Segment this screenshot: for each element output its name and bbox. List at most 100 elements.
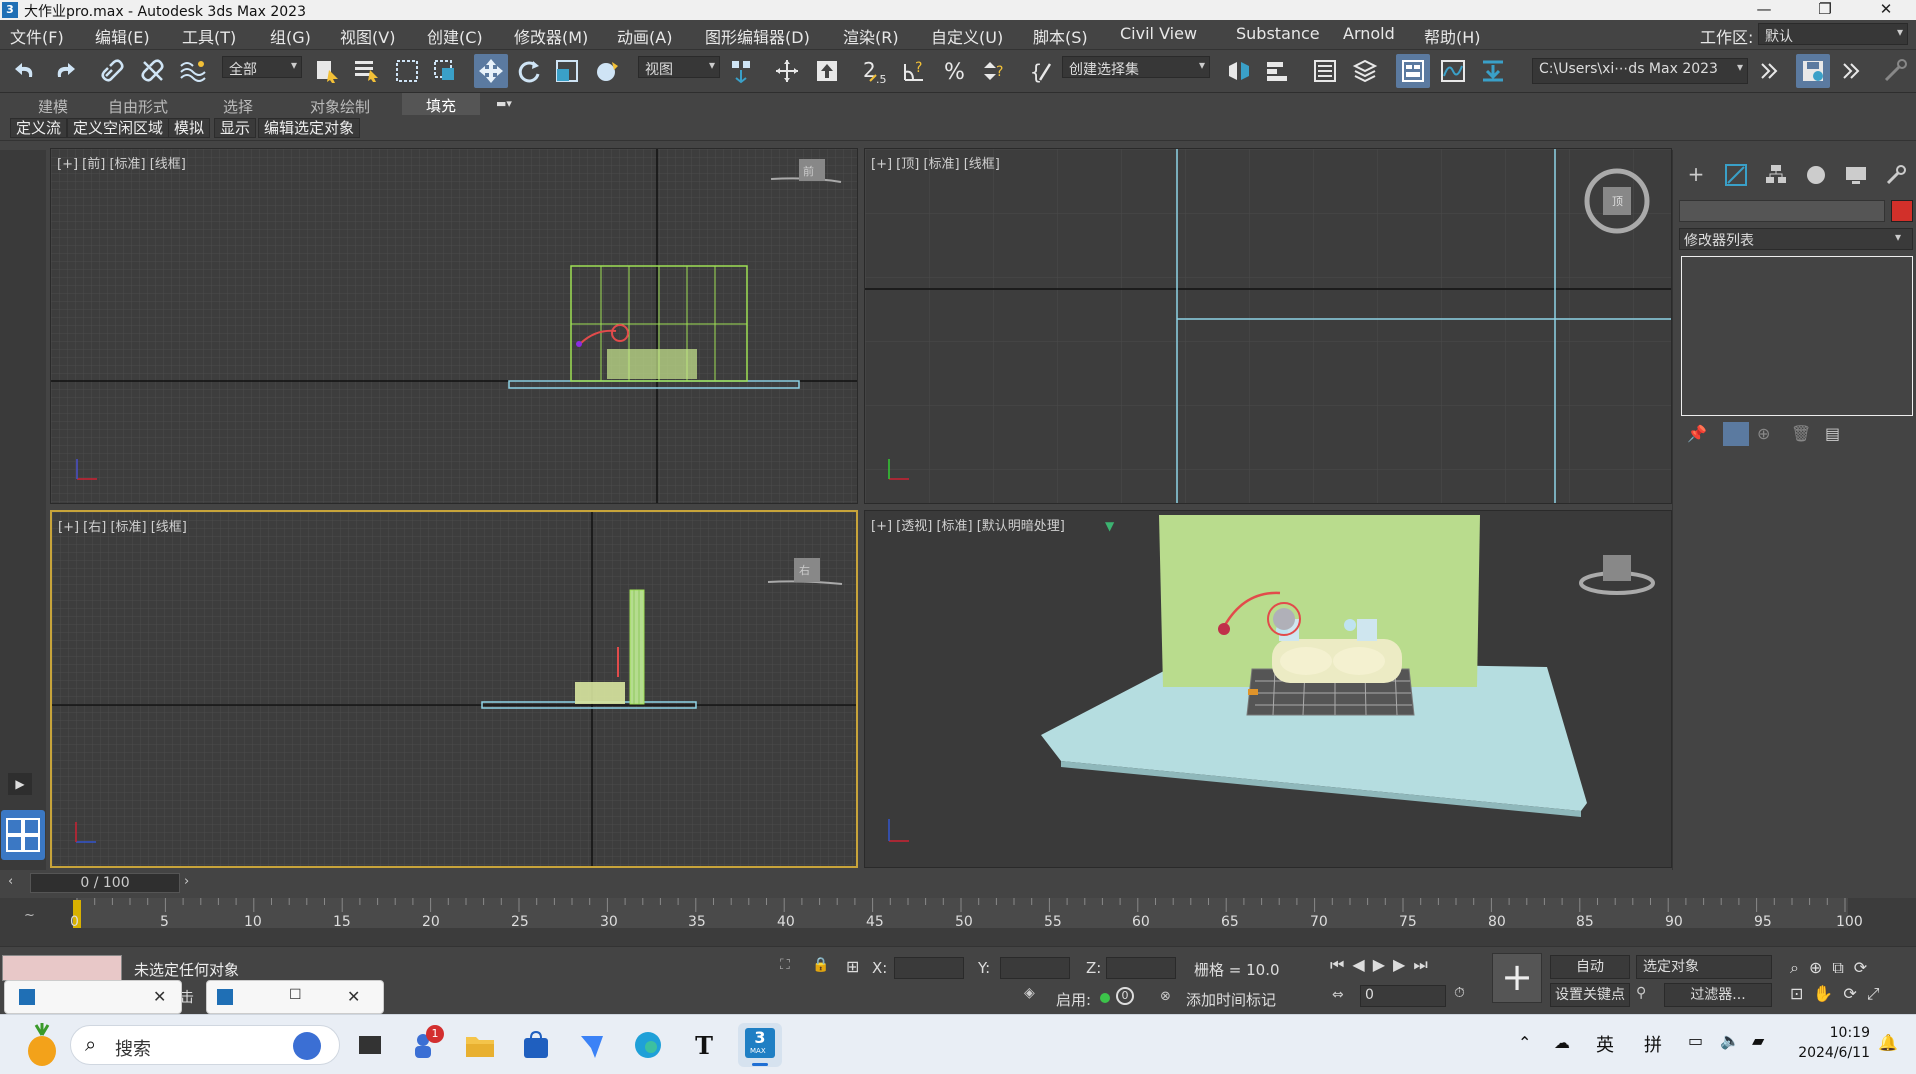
reference-coord-dropdown[interactable]: 视图	[638, 56, 720, 78]
select-by-name-icon[interactable]	[350, 54, 384, 88]
customize-tools-icon[interactable]	[1878, 54, 1912, 88]
network-icon[interactable]: ▭	[1688, 1031, 1703, 1050]
key-mode-icon[interactable]: ⇔	[1332, 987, 1350, 1005]
menu-modifiers[interactable]: 修改器(M)	[514, 24, 588, 48]
save-scene-icon[interactable]	[1796, 54, 1830, 88]
align-icon[interactable]	[1260, 54, 1294, 88]
restore-button[interactable]: ❐	[1797, 0, 1853, 20]
pivot-center-icon[interactable]	[724, 54, 758, 88]
notification-bell-icon[interactable]: 🔔	[1878, 1033, 1898, 1052]
viewport-right[interactable]: [+] [右] [标准] [线框] 右	[50, 510, 858, 868]
preview-close-icon[interactable]: ✕	[153, 987, 166, 1006]
store-icon[interactable]	[516, 1025, 556, 1065]
close-button[interactable]: ✕	[1858, 0, 1914, 20]
edit-named-selection-icon[interactable]: {	[1024, 54, 1058, 88]
menu-rendering[interactable]: 渲染(R)	[843, 24, 899, 48]
maxscript-listener[interactable]	[2, 955, 122, 981]
layer-explorer-icon[interactable]	[1348, 54, 1382, 88]
edit-selected-button[interactable]: 编辑选定对象	[258, 118, 361, 138]
hierarchy-panel-icon[interactable]	[1763, 162, 1789, 188]
volume-icon[interactable]: 🔈	[1720, 1031, 1740, 1050]
modify-panel-icon[interactable]	[1723, 162, 1749, 188]
viewport-right-label[interactable]: [+] [右] [标准] [线框]	[58, 516, 187, 535]
define-idle-areas-button[interactable]: 定义空闲区域	[67, 118, 170, 138]
project-path-dropdown[interactable]: C:\Users\xi⋯ds Max 2023	[1532, 58, 1748, 84]
render-setup-icon[interactable]	[1476, 54, 1510, 88]
adaptive-degradation-icon[interactable]: ◈	[1024, 985, 1046, 1007]
task-view-icon[interactable]	[350, 1025, 390, 1065]
viewport-layout-icon[interactable]	[1, 810, 45, 860]
menu-graph-editors[interactable]: 图形编辑器(D)	[705, 24, 810, 48]
isolate-selection-icon[interactable]: ⛶	[780, 957, 802, 979]
z-field[interactable]	[1106, 957, 1176, 979]
input-lang-1[interactable]: 英	[1596, 1031, 1614, 1057]
absolute-mode-icon[interactable]: ⊞	[846, 957, 868, 979]
configure-sets-icon[interactable]: ▤	[1825, 424, 1851, 448]
link-icon[interactable]	[96, 54, 130, 88]
x-field[interactable]	[894, 957, 964, 979]
viewport-perspective[interactable]: [+] [透视] [标准] [默认明暗处理] ▼	[864, 510, 1672, 868]
auto-key-button[interactable]: 自动	[1550, 955, 1630, 979]
tray-overflow-icon[interactable]: ⌃	[1518, 1033, 1531, 1052]
set-key-button[interactable]: 设置关键点	[1550, 983, 1630, 1007]
rectangle-selection-icon[interactable]	[390, 54, 424, 88]
menu-civil-view[interactable]: Civil View	[1120, 24, 1197, 43]
modifier-stack[interactable]	[1681, 256, 1913, 416]
show-end-result-icon[interactable]	[1723, 422, 1749, 446]
select-move-icon[interactable]	[474, 54, 508, 88]
pineapple-widget-icon[interactable]	[22, 1023, 62, 1066]
menu-scripting[interactable]: 脚本(S)	[1033, 24, 1088, 48]
selection-filter-dropdown[interactable]: 全部	[222, 56, 302, 78]
menu-edit[interactable]: 编辑(E)	[95, 24, 150, 48]
menu-tools[interactable]: 工具(T)	[182, 24, 236, 48]
keyboard-shortcut-override-icon[interactable]	[810, 54, 844, 88]
mirror-icon[interactable]	[1222, 54, 1256, 88]
viewcube-right-label[interactable]: 右	[799, 562, 810, 578]
select-manipulate-icon[interactable]	[770, 54, 804, 88]
taskbar-preview-1[interactable]: ✕	[4, 980, 182, 1014]
angle-snap-icon[interactable]: ?	[898, 54, 932, 88]
utilities-panel-icon[interactable]	[1883, 162, 1909, 188]
filters-button[interactable]: 过滤器...	[1664, 983, 1772, 1007]
menu-substance[interactable]: Substance	[1236, 24, 1320, 43]
time-next-icon[interactable]: ›	[184, 874, 202, 892]
playback-controls[interactable]: ⏮◀▶▶⏭	[1330, 955, 1490, 979]
menu-view[interactable]: 视图(V)	[340, 24, 395, 48]
viewport-front-label[interactable]: [+] [前] [标准] [线框]	[57, 153, 186, 172]
taskbar-preview-2[interactable]: ☐ ✕	[206, 980, 384, 1014]
motion-panel-icon[interactable]	[1803, 162, 1829, 188]
time-prev-icon[interactable]: ‹	[8, 874, 26, 892]
track-bar[interactable]: ~ 0 5 10 15 20 25 30 35 40 45 50 55 60 6…	[0, 898, 1916, 946]
create-panel-icon[interactable]: +	[1683, 164, 1709, 186]
menu-create[interactable]: 创建(C)	[427, 24, 483, 48]
current-frame-field[interactable]: 0	[1360, 985, 1446, 1007]
curve-editor-icon[interactable]	[1436, 54, 1470, 88]
named-selection-dropdown[interactable]: 创建选择集	[1062, 56, 1210, 78]
display-panel-icon[interactable]	[1843, 162, 1869, 188]
remove-modifier-icon[interactable]: 🗑	[1791, 424, 1817, 448]
select-place-icon[interactable]	[590, 54, 624, 88]
viewport-front[interactable]: [+] [前] [标准] [线框] 前	[50, 148, 858, 504]
clock-time[interactable]: 10:19	[1810, 1025, 1870, 1041]
viewport-filter-icon[interactable]: ▼	[1105, 519, 1114, 533]
undo-icon[interactable]	[8, 54, 42, 88]
redo-icon[interactable]	[48, 54, 82, 88]
toolbar-overflow-icon[interactable]	[1752, 54, 1786, 88]
toolbar-overflow-2-icon[interactable]	[1834, 54, 1868, 88]
select-scale-icon[interactable]	[550, 54, 584, 88]
viewcube-front-label[interactable]: 前	[803, 163, 814, 179]
search-box[interactable]: ⌕ 搜索	[70, 1025, 340, 1065]
object-color-swatch[interactable]	[1891, 200, 1913, 222]
preview-restore-icon[interactable]: ☐	[289, 987, 302, 1003]
set-key-icon[interactable]: +	[1492, 953, 1542, 1003]
snaps-toggle-icon[interactable]: 2.5	[860, 54, 894, 88]
workspace-dropdown[interactable]: 默认	[1758, 23, 1908, 45]
key-filters-icon[interactable]: ⚲	[1636, 985, 1658, 1007]
menu-group[interactable]: 组(G)	[270, 24, 311, 48]
battery-icon[interactable]: ▰	[1752, 1031, 1764, 1050]
select-object-icon[interactable]	[310, 54, 344, 88]
time-slider-frame[interactable]: 0 / 100	[30, 873, 180, 893]
scene-explorer-icon[interactable]	[1308, 54, 1342, 88]
y-field[interactable]	[1000, 957, 1070, 979]
menu-help[interactable]: 帮助(H)	[1424, 24, 1481, 48]
